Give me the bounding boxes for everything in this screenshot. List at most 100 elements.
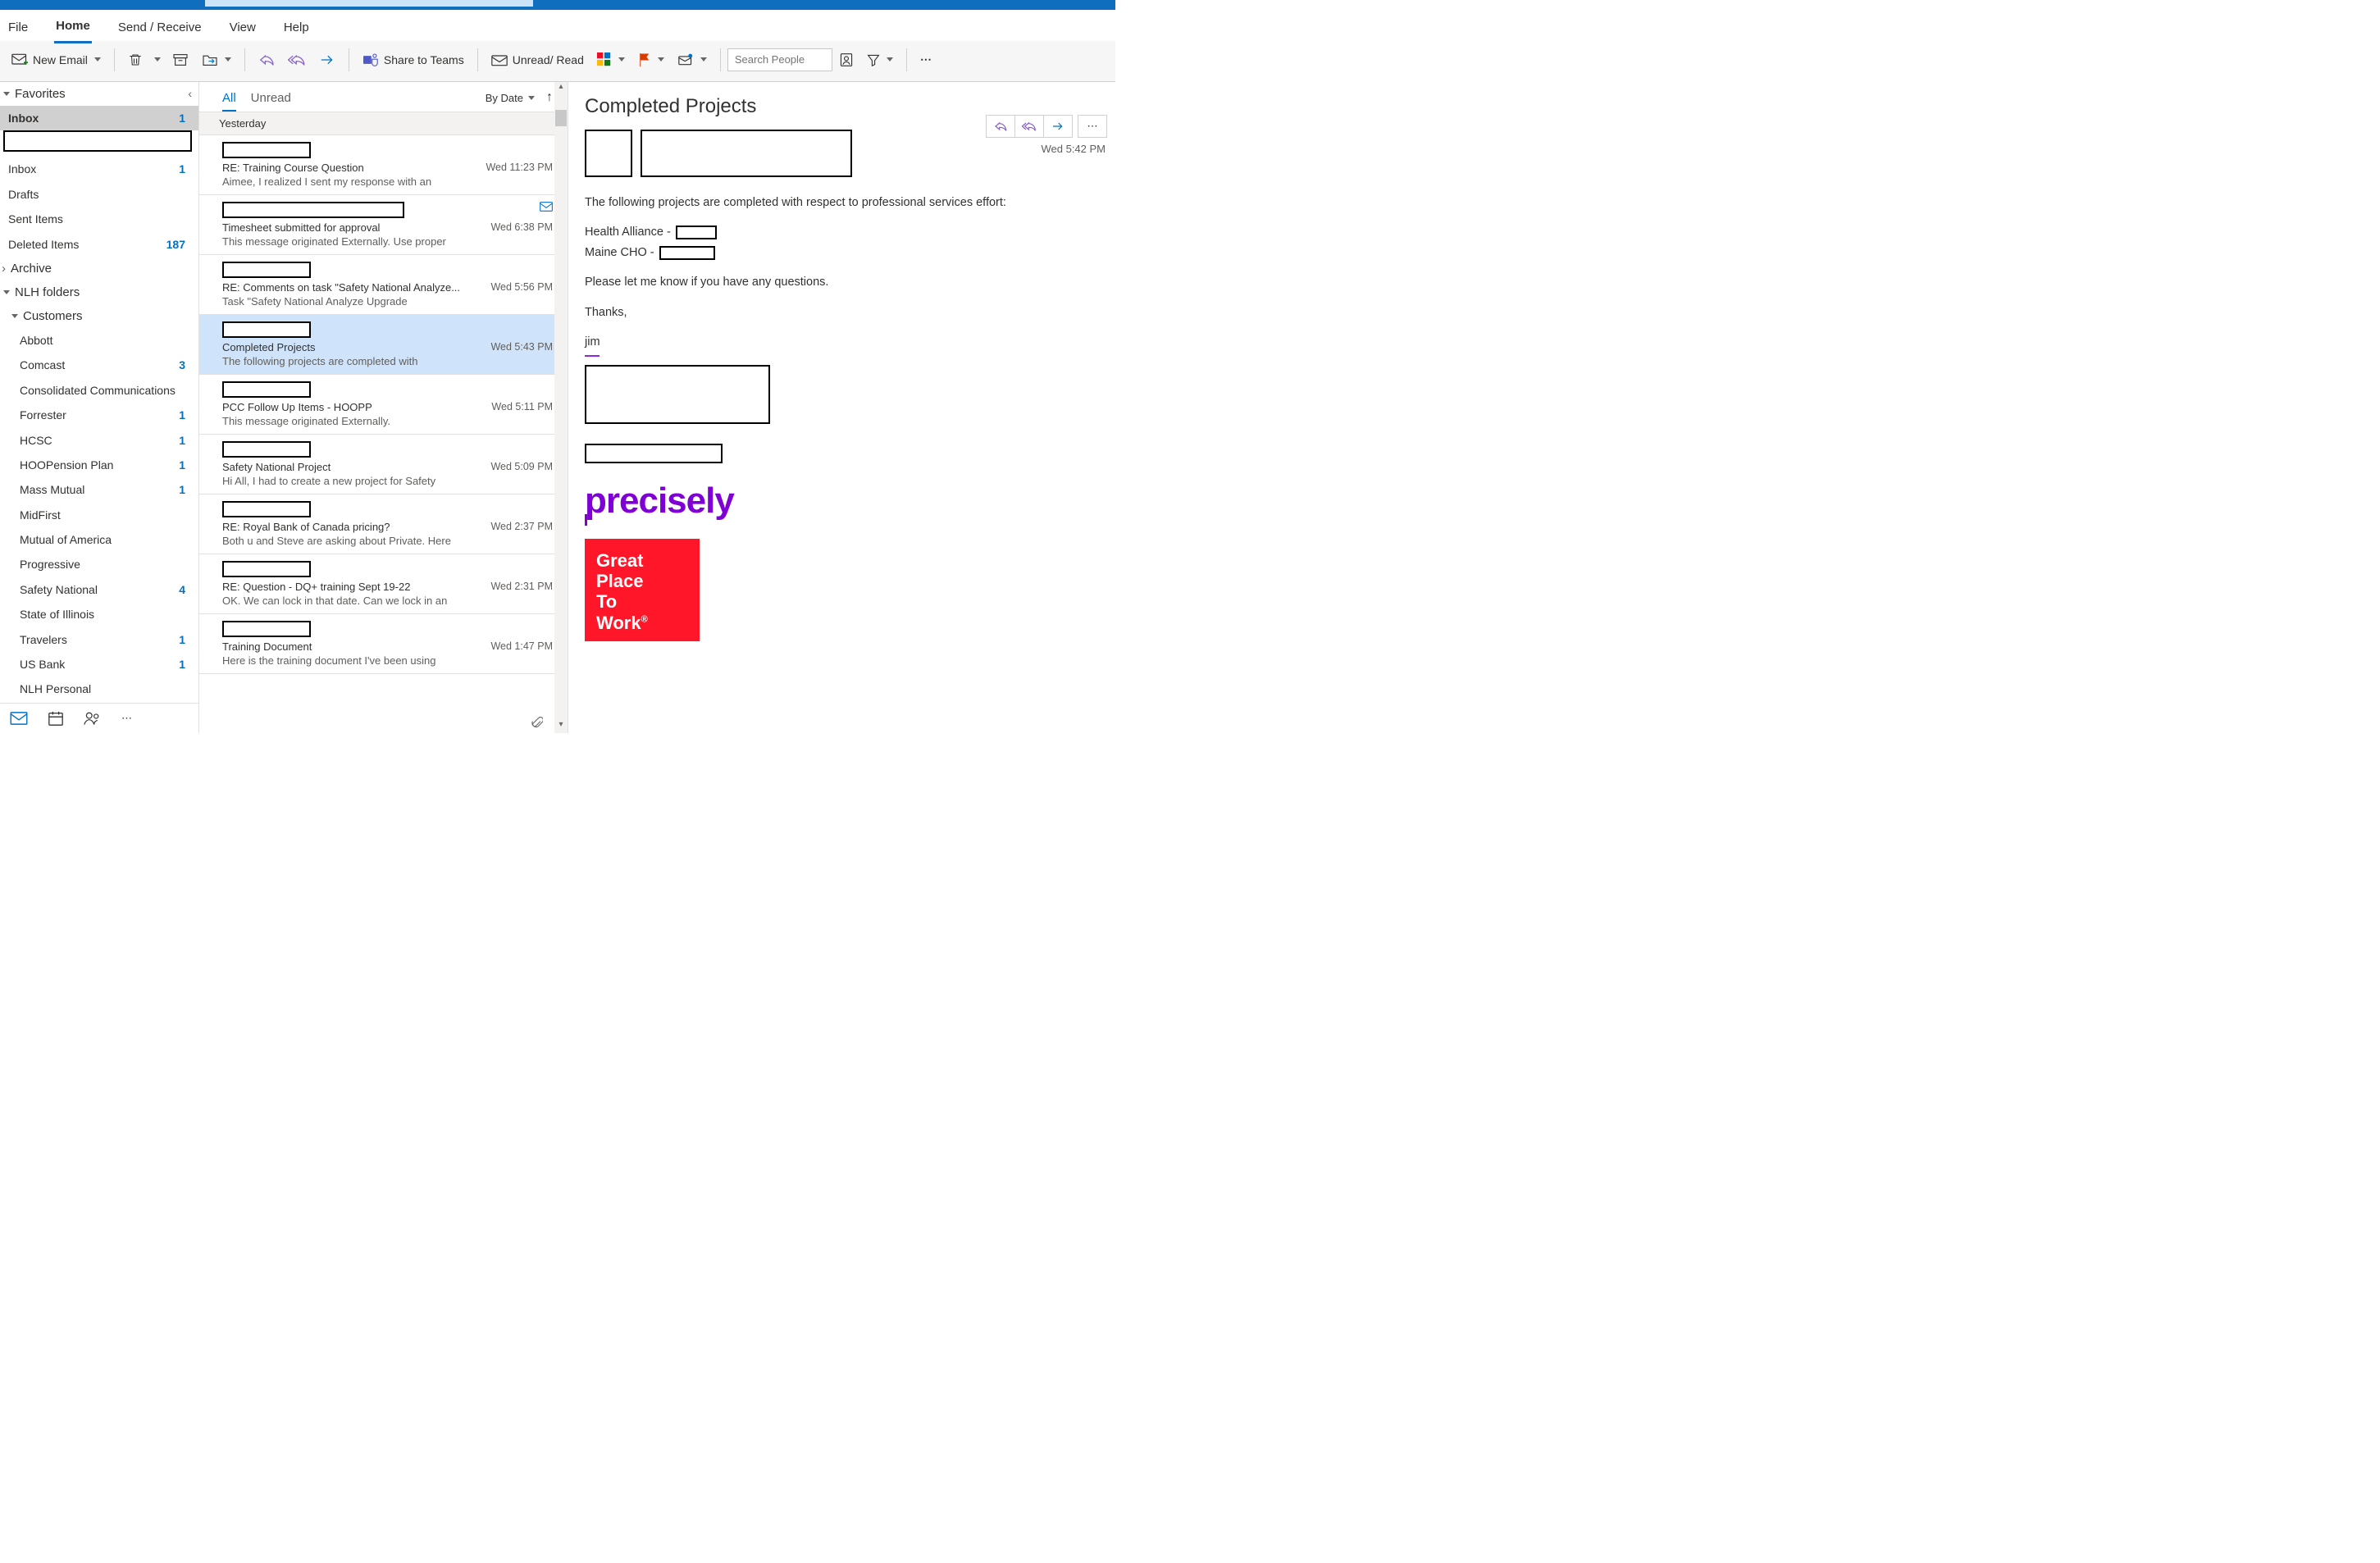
forward-button[interactable] bbox=[312, 50, 342, 70]
archive-button[interactable] bbox=[166, 50, 195, 70]
scroll-down-arrow-icon[interactable]: ▾ bbox=[554, 720, 568, 733]
customer-folder[interactable]: Safety National4 bbox=[0, 577, 198, 602]
message-preview: Task "Safety National Analyze Upgrade bbox=[222, 295, 553, 308]
account-name-redacted[interactable] bbox=[3, 130, 192, 152]
tab-help[interactable]: Help bbox=[282, 16, 311, 43]
customer-folder[interactable]: HOOPension Plan1 bbox=[0, 453, 198, 477]
tab-view[interactable]: View bbox=[228, 16, 258, 43]
sender-avatar-redacted bbox=[585, 130, 632, 177]
message-item[interactable]: PCC Follow Up Items - HOOPPWed 5:11 PM T… bbox=[199, 375, 568, 435]
customer-folder[interactable]: HCSC1 bbox=[0, 428, 198, 453]
folder-sent-items[interactable]: Sent Items bbox=[0, 207, 198, 231]
signature-name: jim bbox=[585, 333, 1099, 351]
folder-inbox[interactable]: Inbox 1 bbox=[0, 157, 198, 181]
flag-icon bbox=[638, 52, 651, 67]
mail-nav-icon[interactable] bbox=[10, 712, 28, 725]
sender-redacted bbox=[222, 441, 311, 458]
project-line-2: Maine CHO - bbox=[585, 244, 1099, 262]
send-receive-button[interactable] bbox=[671, 49, 714, 71]
calendar-nav-icon[interactable] bbox=[48, 710, 64, 727]
more-nav-icon[interactable]: ⋯ bbox=[121, 712, 135, 725]
filter-all[interactable]: All bbox=[222, 91, 236, 112]
message-item[interactable]: RE: Comments on task "Safety National An… bbox=[199, 255, 568, 315]
folder-name: Abbott bbox=[20, 331, 52, 349]
message-item[interactable]: RE: Royal Bank of Canada pricing? Wed 2:3… bbox=[199, 494, 568, 554]
message-time: Wed 5:11 PM bbox=[491, 401, 553, 413]
folder-deleted-items[interactable]: Deleted Items 187 bbox=[0, 232, 198, 257]
more-actions-button[interactable]: ⋯ bbox=[1078, 115, 1107, 138]
message-item[interactable]: Training DocumentWed 1:47 PMHere is the … bbox=[199, 614, 568, 674]
address-book-button[interactable] bbox=[832, 49, 860, 71]
reply-all-button[interactable] bbox=[1014, 115, 1044, 138]
archive-header[interactable]: › Archive bbox=[0, 257, 198, 280]
message-body: The following projects are completed wit… bbox=[585, 194, 1099, 641]
scroll-up-arrow-icon[interactable]: ▴ bbox=[554, 82, 568, 95]
delete-button[interactable] bbox=[121, 49, 149, 71]
sort-direction-toggle[interactable]: ↑ bbox=[546, 90, 553, 105]
message-item[interactable]: RE: Training Course QuestionWed 11:23 PM… bbox=[199, 135, 568, 195]
customer-folder[interactable]: Progressive bbox=[0, 552, 198, 576]
tab-send-receive[interactable]: Send / Receive bbox=[116, 16, 203, 43]
filter-unread[interactable]: Unread bbox=[251, 91, 291, 105]
favorites-inbox[interactable]: Inbox 1 bbox=[0, 106, 198, 130]
message-subject: RE: Royal Bank of Canada pricing? bbox=[222, 521, 390, 533]
people-nav-icon[interactable] bbox=[84, 711, 102, 726]
customer-folder[interactable]: MidFirst bbox=[0, 503, 198, 527]
customer-folder[interactable]: Travelers1 bbox=[0, 627, 198, 652]
categorize-button[interactable] bbox=[590, 49, 631, 71]
paperclip-icon bbox=[531, 717, 543, 730]
share-to-teams-button[interactable]: T Share to Teams bbox=[356, 49, 471, 71]
customer-folder[interactable]: Consolidated Communications bbox=[0, 378, 198, 403]
move-button[interactable] bbox=[195, 50, 238, 70]
message-preview: Here is the training document I've been … bbox=[222, 654, 553, 667]
collapse-folder-pane-button[interactable]: ‹ bbox=[188, 87, 192, 100]
search-people-input[interactable] bbox=[727, 48, 832, 71]
message-item[interactable]: RE: Question - DQ+ training Sept 19-22We… bbox=[199, 554, 568, 614]
message-subject: RE: Training Course Question bbox=[222, 162, 364, 174]
message-subject: Training Document bbox=[222, 640, 312, 653]
message-time: Wed 2:37 PM bbox=[490, 521, 553, 533]
filter-button[interactable] bbox=[860, 50, 900, 70]
tab-file[interactable]: File bbox=[7, 16, 30, 43]
global-search-box[interactable]: ⮐ Search bbox=[205, 0, 533, 7]
customers-header[interactable]: Customers bbox=[0, 304, 198, 328]
customer-folder[interactable]: Mutual of America bbox=[0, 527, 198, 552]
message-subject: PCC Follow Up Items - HOOPP bbox=[222, 401, 372, 413]
precisely-logo: precisely bbox=[585, 483, 1099, 519]
reply-button[interactable] bbox=[252, 50, 281, 70]
message-item[interactable]: Safety National ProjectWed 5:09 PMHi All… bbox=[199, 435, 568, 494]
customer-folder[interactable]: NLH Personal bbox=[0, 677, 198, 701]
sort-by-date[interactable]: By Date bbox=[486, 92, 535, 104]
chevron-down-icon bbox=[3, 92, 10, 96]
chevron-down-icon[interactable] bbox=[154, 57, 161, 62]
flag-button[interactable] bbox=[631, 49, 671, 71]
favorites-header[interactable]: Favorites bbox=[0, 82, 198, 106]
message-preview: Hi All, I had to create a new project fo… bbox=[222, 475, 553, 487]
reply-all-button[interactable] bbox=[281, 50, 312, 70]
customer-folder[interactable]: Mass Mutual1 bbox=[0, 477, 198, 502]
message-item[interactable]: Completed ProjectsWed 5:43 PMThe followi… bbox=[199, 315, 568, 375]
envelope-icon bbox=[491, 53, 508, 66]
scroll-thumb[interactable] bbox=[555, 110, 567, 126]
group-header-yesterday[interactable]: Yesterday bbox=[199, 112, 568, 135]
unread-read-button[interactable]: Unread/ Read bbox=[485, 50, 590, 70]
nlh-folders-header[interactable]: NLH folders bbox=[0, 280, 198, 304]
customer-folder[interactable]: State of Illinois bbox=[0, 602, 198, 627]
new-email-button[interactable]: New Email bbox=[5, 50, 107, 70]
customer-folder[interactable]: Forrester1 bbox=[0, 403, 198, 427]
folder-name: Drafts bbox=[8, 185, 39, 203]
customer-folder[interactable]: Comcast3 bbox=[0, 353, 198, 377]
attachment-indicator bbox=[531, 717, 543, 730]
folder-drafts[interactable]: Drafts bbox=[0, 182, 198, 207]
customer-folder[interactable]: US Bank1 bbox=[0, 652, 198, 677]
tab-home[interactable]: Home bbox=[54, 14, 92, 43]
reply-all-icon bbox=[288, 53, 306, 66]
message-item[interactable]: Timesheet submitted for approvalWed 6:38… bbox=[199, 195, 568, 255]
filter-icon bbox=[867, 53, 880, 66]
customer-folder[interactable]: Abbott bbox=[0, 328, 198, 353]
more-commands-button[interactable]: ⋯ bbox=[914, 49, 941, 70]
reply-button[interactable] bbox=[986, 115, 1015, 138]
message-actions: ⋯ bbox=[987, 115, 1107, 138]
message-list-scrollbar[interactable]: ▴ ▾ bbox=[554, 82, 568, 733]
forward-button[interactable] bbox=[1043, 115, 1073, 138]
